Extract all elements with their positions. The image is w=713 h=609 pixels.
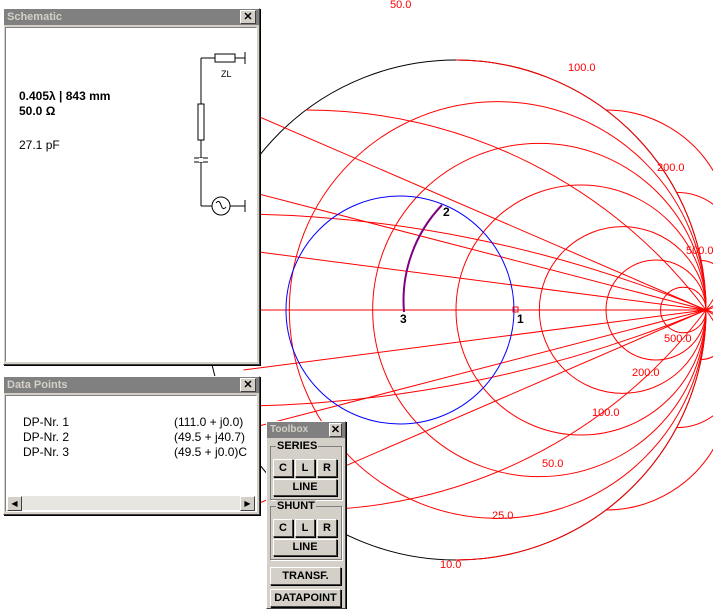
schematic-window: Schematic ✕ 0.405λ | 843 mm 50.0 Ω 27.1 … — [3, 8, 260, 365]
datapoints-close-icon[interactable]: ✕ — [240, 378, 256, 392]
series-label: SERIES — [276, 440, 319, 452]
shunt-r-button[interactable]: R — [317, 519, 337, 537]
datapoint-row-name[interactable]: DP-Nr. 1 — [23, 415, 69, 429]
datapoints-window: Data Points ✕ DP-Nr. 1 (111.0 + j0.0) DP… — [3, 376, 260, 515]
inner-label-10: 10.0 — [440, 559, 461, 571]
datapoints-titlebar[interactable]: Data Points ✕ — [4, 377, 259, 393]
horizontal-scrollbar[interactable]: ◀ ▶ — [7, 496, 255, 511]
inner-label-200: 200.0 — [632, 367, 660, 379]
series-c-button[interactable]: C — [273, 459, 293, 477]
datapoint-1-label: 1 — [517, 312, 524, 326]
datapoint-row-name[interactable]: DP-Nr. 2 — [23, 430, 69, 444]
series-r-button[interactable]: R — [317, 459, 337, 477]
line-element-icon — [197, 103, 205, 141]
schematic-diagram: ZL — [194, 52, 246, 216]
inner-label-100: 100.0 — [592, 407, 620, 419]
schematic-canvas: 0.405λ | 843 mm 50.0 Ω 27.1 pF ZL — [5, 27, 257, 362]
scroll-right-icon[interactable]: ▶ — [240, 496, 255, 511]
line-impedance-text: 50.0 Ω — [19, 104, 56, 118]
scroll-left-icon[interactable]: ◀ — [7, 496, 22, 511]
shunt-line-button[interactable]: LINE — [273, 539, 337, 556]
reactance-arc — [605, 309, 713, 511]
line-length-text: 0.405λ | 843 mm — [19, 89, 111, 103]
series-l-button[interactable]: L — [295, 459, 315, 477]
shunt-label: SHUNT — [276, 500, 316, 512]
schematic-titlebar[interactable]: Schematic ✕ — [4, 9, 259, 25]
shunt-c-button[interactable]: C — [273, 519, 293, 537]
load-resistor-icon — [214, 53, 236, 63]
transmission-line-arc — [402, 204, 443, 313]
transf-button[interactable]: TRANSF. — [270, 567, 341, 585]
inner-label-25: 25.0 — [492, 510, 513, 522]
datapoint-row-name[interactable]: DP-Nr. 3 — [23, 445, 69, 459]
toolbox-title: Toolbox — [270, 424, 309, 435]
datapoint-row-value[interactable]: (49.5 + j40.7) — [174, 430, 245, 444]
schematic-close-icon[interactable]: ✕ — [240, 10, 256, 24]
datapoint-3-label: 3 — [400, 312, 407, 326]
datapoint-row-value[interactable]: (49.5 + j0.0)C — [174, 445, 247, 459]
toolbox-window: Toolbox ✕ SERIES C L R LINE SHUNT C L R … — [266, 421, 346, 609]
outer-label-200: 200.0 — [657, 162, 685, 174]
grid-radial-line — [243, 189, 707, 311]
zl-label: ZL — [221, 69, 232, 79]
datapoints-title: Data Points — [7, 379, 68, 391]
datapoint-button[interactable]: DATAPOINT — [270, 589, 341, 607]
datapoint-row-value[interactable]: (111.0 + j0.0) — [174, 415, 243, 429]
schematic-title: Schematic — [7, 11, 63, 23]
toolbox-titlebar[interactable]: Toolbox ✕ — [267, 422, 345, 438]
toolbox-close-icon[interactable]: ✕ — [329, 423, 342, 437]
capacitance-text: 27.1 pF — [19, 138, 60, 152]
shunt-l-button[interactable]: L — [295, 519, 315, 537]
reactance-arc — [605, 109, 713, 311]
outer-label-500: 500.0 — [686, 245, 713, 257]
inner-label-500: 500.0 — [664, 333, 692, 345]
outer-label-50: 50.0 — [390, 0, 411, 11]
datapoints-list: DP-Nr. 1 (111.0 + j0.0) DP-Nr. 2 (49.5 +… — [5, 395, 257, 512]
outer-label-100: 100.0 — [568, 62, 596, 74]
datapoint-2-label: 2 — [443, 205, 450, 219]
series-line-button[interactable]: LINE — [273, 479, 337, 496]
inner-label-50: 50.0 — [542, 458, 563, 470]
